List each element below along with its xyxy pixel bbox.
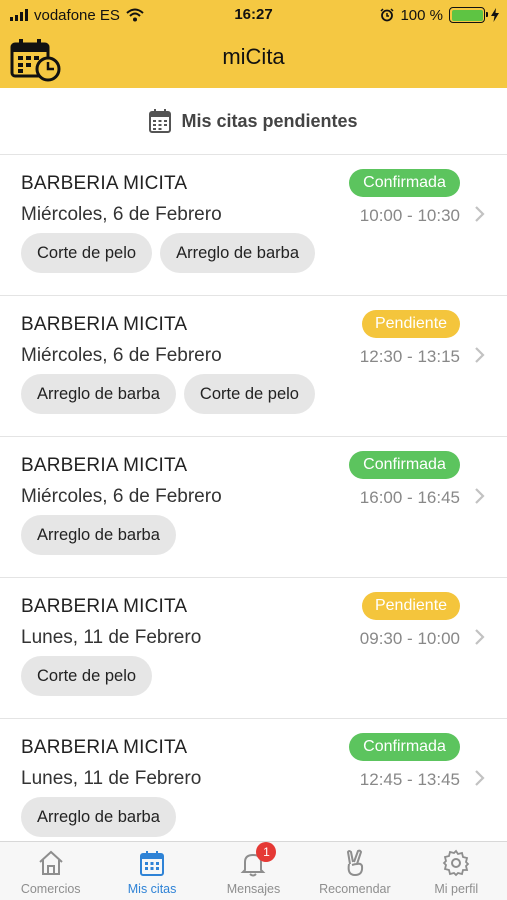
app-header: vodafone ES 16:27 100 % miCita (0, 0, 507, 88)
chevron-right-icon[interactable] (473, 344, 487, 366)
chevron-right-icon[interactable] (473, 626, 487, 648)
appointment-time: 12:30 - 13:15 (359, 347, 460, 366)
status-badge: Confirmada (349, 733, 460, 761)
section-header: Mis citas pendientes (0, 88, 507, 155)
status-badge: Confirmada (349, 169, 460, 197)
appointment-time: 12:45 - 13:45 (359, 770, 460, 789)
appointment-list[interactable]: BARBERIA MICITA Miércoles, 6 de Febrero … (0, 155, 507, 841)
tab-mensajes[interactable]: 1 Mensajes (203, 842, 304, 900)
service-chip: Corte de pelo (21, 656, 153, 696)
charging-icon (491, 8, 499, 22)
tab-label: Mis citas (127, 882, 177, 896)
gear-icon (442, 849, 470, 877)
appointment-card[interactable]: BARBERIA MICITA Lunes, 11 de Febrero Con… (0, 719, 507, 841)
business-name: BARBERIA MICITA (21, 455, 188, 476)
tab-label: Mi perfil (434, 882, 479, 896)
nav-bar: miCita (0, 30, 507, 88)
service-list: Arreglo de barba (21, 515, 176, 555)
appointment-time: 10:00 - 10:30 (359, 206, 460, 225)
status-badge: Pendiente (362, 592, 460, 620)
service-list: Arreglo de barba (21, 797, 176, 837)
chevron-right-icon[interactable] (473, 485, 487, 507)
battery-percent: 100 % (400, 6, 443, 24)
tab-label: Recomendar (319, 882, 391, 896)
tab-label: Mensajes (226, 882, 281, 896)
business-name: BARBERIA MICITA (21, 737, 188, 758)
service-chip: Arreglo de barba (21, 515, 176, 555)
appointment-card[interactable]: BARBERIA MICITA Lunes, 11 de Febrero Pen… (0, 578, 507, 719)
peace-hand-icon (346, 849, 363, 877)
tab-bar: Comercios Mis citas 1 Mensajes Recomenda… (0, 841, 507, 900)
app-title: miCita (222, 44, 285, 69)
tab-mi-perfil[interactable]: Mi perfil (406, 842, 507, 900)
appointment-card[interactable]: BARBERIA MICITA Miércoles, 6 de Febrero … (0, 155, 507, 296)
appointment-card[interactable]: BARBERIA MICITA Miércoles, 6 de Febrero … (0, 437, 507, 578)
bell-icon: 1 (238, 842, 277, 878)
status-right: 100 % (380, 5, 499, 25)
service-chip: Arreglo de barba (21, 797, 176, 837)
chevron-right-icon[interactable] (473, 203, 487, 225)
appointment-date: Miércoles, 6 de Febrero (21, 345, 222, 366)
business-name: BARBERIA MICITA (21, 596, 188, 617)
notification-badge: 1 (256, 842, 277, 862)
appointment-time: 09:30 - 10:00 (359, 629, 460, 648)
service-chip: Corte de pelo (21, 233, 153, 273)
status-bar: vodafone ES 16:27 100 % (0, 0, 507, 30)
calendar-icon (140, 851, 165, 876)
status-badge: Confirmada (349, 451, 460, 479)
appointment-date: Miércoles, 6 de Febrero (21, 204, 222, 225)
tab-mis-citas[interactable]: Mis citas (101, 842, 202, 900)
appointment-card[interactable]: BARBERIA MICITA Miércoles, 6 de Febrero … (0, 296, 507, 437)
calendar-icon (149, 109, 172, 133)
business-name: BARBERIA MICITA (21, 314, 188, 335)
appointment-date: Lunes, 11 de Febrero (21, 627, 202, 648)
service-list: Corte de pelo Arreglo de barba (21, 233, 315, 273)
service-list: Corte de pelo (21, 656, 153, 696)
alarm-icon (380, 8, 394, 22)
business-name: BARBERIA MICITA (21, 173, 188, 194)
tab-comercios[interactable]: Comercios (0, 842, 101, 900)
tab-label: Comercios (20, 882, 81, 896)
battery-icon (449, 7, 488, 23)
service-chip: Arreglo de barba (160, 233, 315, 273)
status-badge: Pendiente (362, 310, 460, 338)
appointment-date: Lunes, 11 de Febrero (21, 768, 202, 789)
tab-recomendar[interactable]: Recomendar (304, 842, 405, 900)
appointment-date: Miércoles, 6 de Febrero (21, 486, 222, 507)
chevron-right-icon[interactable] (473, 767, 487, 789)
section-title: Mis citas pendientes (181, 110, 358, 131)
service-chip: Corte de pelo (183, 374, 315, 414)
service-list: Arreglo de barba Corte de pelo (21, 374, 315, 414)
service-chip: Arreglo de barba (21, 374, 176, 414)
house-icon (39, 850, 63, 875)
appointment-time: 16:00 - 16:45 (359, 488, 460, 507)
